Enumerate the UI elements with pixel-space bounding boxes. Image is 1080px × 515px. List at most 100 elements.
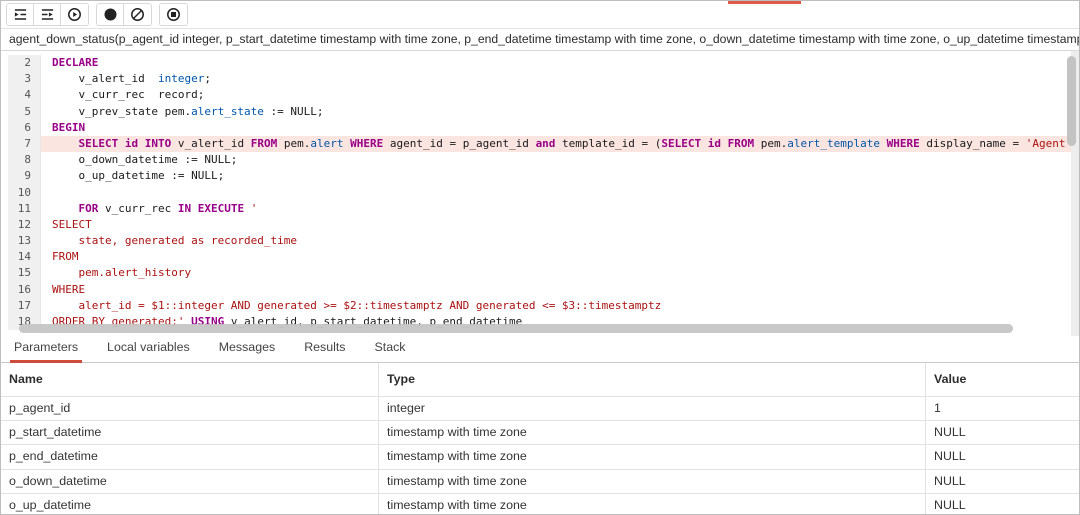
code-text[interactable]: FOR v_curr_rec IN EXECUTE ' [41,201,1079,217]
param-name-cell[interactable]: p_agent_id [1,397,379,420]
tab-results[interactable]: Results [302,340,347,362]
breakpoint-margin[interactable] [1,136,8,152]
code-text[interactable]: DECLARE [41,55,1079,71]
code-line: 2DECLARE [1,55,1079,71]
param-type-cell[interactable]: timestamp with time zone [379,445,926,468]
breakpoint-margin[interactable] [1,265,8,281]
code-text[interactable]: SELECT [41,217,1079,233]
line-number[interactable]: 17 [8,298,41,314]
tab-stack[interactable]: Stack [373,340,408,362]
line-number[interactable]: 6 [8,120,41,136]
code-editor[interactable]: 2DECLARE3 v_alert_id integer;4 v_curr_re… [1,51,1079,336]
code-text[interactable]: state, generated as recorded_time [41,233,1079,249]
code-text[interactable]: pem.alert_history [41,265,1079,281]
param-value-cell[interactable]: NULL [926,470,1079,493]
clear-all-breakpoints-button[interactable] [124,4,151,25]
code-line: 9 o_up_datetime := NULL; [1,168,1079,184]
code-text[interactable]: v_curr_rec record; [41,87,1079,103]
code-line: 10 [1,185,1079,201]
breakpoint-margin[interactable] [1,282,8,298]
code-text[interactable]: o_up_datetime := NULL; [41,168,1079,184]
code-lines: 2DECLARE3 v_alert_id integer;4 v_curr_re… [1,51,1079,330]
line-number[interactable]: 15 [8,265,41,281]
breakpoint-margin[interactable] [1,71,8,87]
breakpoint-margin[interactable] [1,55,8,71]
line-number[interactable]: 5 [8,104,41,120]
param-value-cell[interactable]: 1 [926,397,1079,420]
step-into-button[interactable] [7,4,34,25]
param-name-cell[interactable]: p_start_datetime [1,421,379,444]
table-row[interactable]: p_agent_idinteger1 [1,397,1079,421]
line-number[interactable]: 13 [8,233,41,249]
param-name-cell[interactable]: o_down_datetime [1,470,379,493]
param-name-cell[interactable]: p_end_datetime [1,445,379,468]
table-row[interactable]: o_up_datetimetimestamp with time zoneNUL… [1,494,1079,515]
column-header-name: Name [1,363,379,396]
param-value-cell[interactable]: NULL [926,445,1079,468]
code-text[interactable]: alert_id = $1::integer AND generated >= … [41,298,1079,314]
table-row[interactable]: p_end_datetimetimestamp with time zoneNU… [1,445,1079,469]
param-type-cell[interactable]: timestamp with time zone [379,494,926,515]
continue-start-button[interactable] [61,4,88,25]
stop-button[interactable] [160,4,187,25]
line-number[interactable]: 4 [8,87,41,103]
line-number[interactable]: 12 [8,217,41,233]
breakpoint-margin[interactable] [1,152,8,168]
code-line: 8 o_down_datetime := NULL; [1,152,1079,168]
breakpoint-margin[interactable] [1,201,8,217]
code-text[interactable]: o_down_datetime := NULL; [41,152,1079,168]
toggle-breakpoint-button[interactable] [97,4,124,25]
horizontal-scrollbar-thumb[interactable] [19,324,1013,333]
line-number[interactable]: 10 [8,185,41,201]
line-number[interactable]: 16 [8,282,41,298]
code-text[interactable]: FROM [41,249,1079,265]
breakpoint-margin[interactable] [1,233,8,249]
column-header-value: Value [926,363,1079,396]
line-number[interactable]: 7 [8,136,41,152]
param-value-cell[interactable]: NULL [926,494,1079,515]
code-text[interactable]: v_alert_id integer; [41,71,1079,87]
param-name-cell[interactable]: o_up_datetime [1,494,379,515]
table-body: p_agent_idinteger1p_start_datetimetimest… [1,397,1079,515]
toolbar-button-group [159,3,188,26]
line-number[interactable]: 2 [8,55,41,71]
step-into-icon [13,7,28,22]
table-row[interactable]: o_down_datetimetimestamp with time zoneN… [1,470,1079,494]
code-line: 3 v_alert_id integer; [1,71,1079,87]
breakpoint-margin[interactable] [1,168,8,184]
code-text[interactable]: SELECT id INTO v_alert_id FROM pem.alert… [41,136,1079,152]
code-line: 13 state, generated as recorded_time [1,233,1079,249]
slashed-circle-icon [130,7,145,22]
debugger-window: agent_down_status(p_agent_id integer, p_… [0,0,1080,515]
toolbar-button-group [6,3,89,26]
line-number[interactable]: 14 [8,249,41,265]
breakpoint-margin[interactable] [1,314,8,330]
param-type-cell[interactable]: timestamp with time zone [379,421,926,444]
line-number[interactable]: 11 [8,201,41,217]
step-over-icon [40,7,55,22]
breakpoint-margin[interactable] [1,185,8,201]
param-value-cell[interactable]: NULL [926,421,1079,444]
breakpoint-margin[interactable] [1,120,8,136]
code-text[interactable]: BEGIN [41,120,1079,136]
breakpoint-margin[interactable] [1,104,8,120]
breakpoint-margin[interactable] [1,87,8,103]
tab-messages[interactable]: Messages [217,340,277,362]
line-number[interactable]: 8 [8,152,41,168]
breakpoint-margin[interactable] [1,298,8,314]
code-text[interactable] [41,185,1079,201]
code-text[interactable]: WHERE [41,282,1079,298]
line-number[interactable]: 3 [8,71,41,87]
code-text[interactable]: v_prev_state pem.alert_state := NULL; [41,104,1079,120]
tab-local-variables[interactable]: Local variables [105,340,192,362]
table-row[interactable]: p_start_datetimetimestamp with time zone… [1,421,1079,445]
code-line: 14FROM [1,249,1079,265]
vertical-scrollbar-thumb[interactable] [1067,56,1076,146]
line-number[interactable]: 9 [8,168,41,184]
breakpoint-margin[interactable] [1,249,8,265]
param-type-cell[interactable]: integer [379,397,926,420]
step-over-button[interactable] [34,4,61,25]
breakpoint-margin[interactable] [1,217,8,233]
tab-parameters[interactable]: Parameters [12,340,80,362]
param-type-cell[interactable]: timestamp with time zone [379,470,926,493]
